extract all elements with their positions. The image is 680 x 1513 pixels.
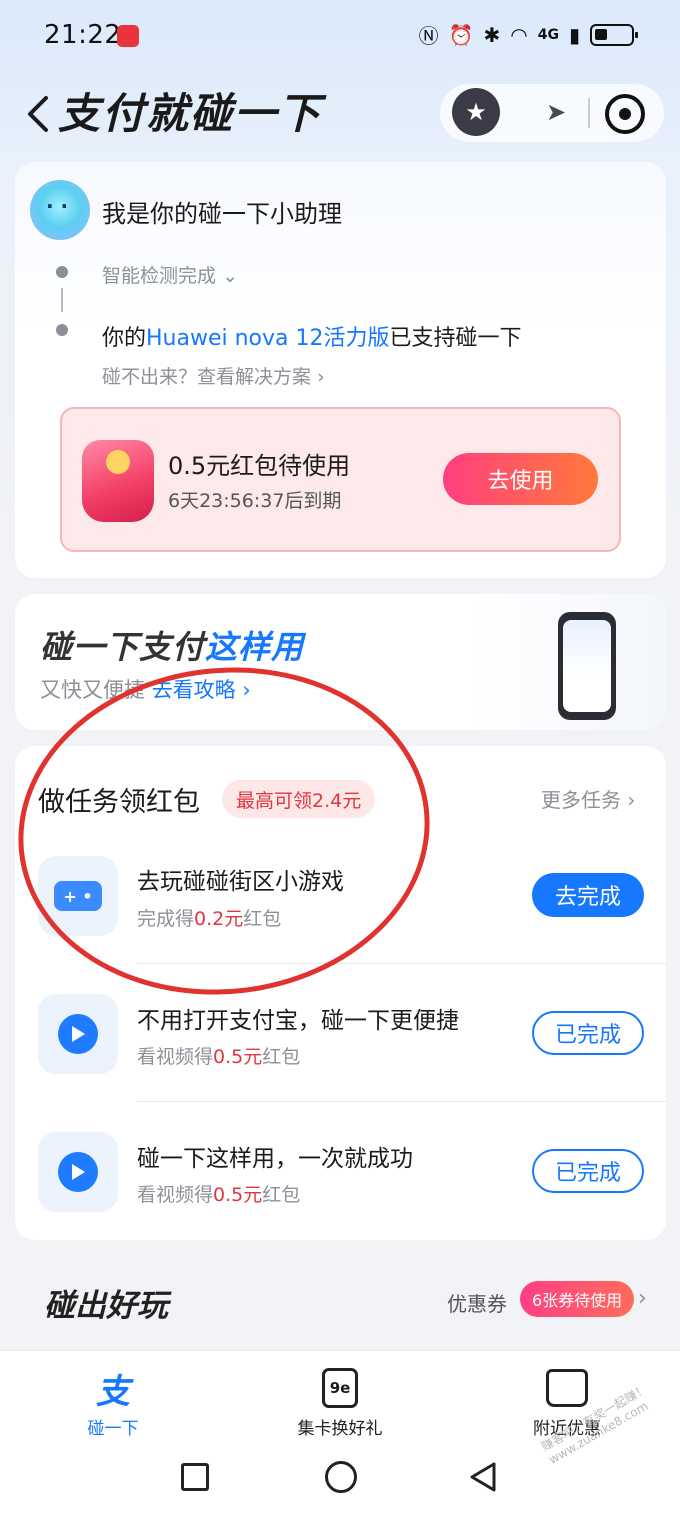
coupon-count-badge[interactable]: 6张券待使用 xyxy=(520,1281,635,1317)
step-line xyxy=(61,288,63,312)
back-triangle-icon[interactable] xyxy=(468,1461,500,1493)
navigation-arrow-icon[interactable]: ➤ xyxy=(536,92,576,132)
assistant-avatar xyxy=(30,180,90,240)
shop-icon xyxy=(546,1366,588,1410)
support-suffix: 已支持碰一下 xyxy=(389,326,522,351)
card-icon: 9e xyxy=(322,1366,358,1410)
alipay-tap-icon: 支 xyxy=(96,1371,130,1412)
pill-divider xyxy=(588,98,590,128)
fun-section-title: 碰出好玩 xyxy=(44,1288,168,1324)
detect-status-label: 智能检测完成 xyxy=(102,265,217,287)
step-dot xyxy=(56,266,68,278)
signal-icon: ▮ xyxy=(568,22,580,47)
battery-icon xyxy=(590,23,638,46)
chevron-right-icon[interactable]: › xyxy=(638,1286,647,1311)
tab-label: 集卡换好礼 xyxy=(297,1419,383,1439)
coupon-label[interactable]: 优惠券 xyxy=(447,1288,507,1317)
recent-apps-icon[interactable] xyxy=(181,1463,209,1491)
target-icon[interactable] xyxy=(605,94,645,134)
row-divider xyxy=(137,1101,666,1102)
chevron-down-icon: ⌄ xyxy=(222,265,238,287)
task-reward-suffix: 红包 xyxy=(262,1046,301,1068)
device-model: Huawei nova 12活力版 xyxy=(146,326,390,351)
tab-peng[interactable]: 支 碰一下 xyxy=(43,1366,183,1446)
detect-status[interactable]: 智能检测完成 ⌄ xyxy=(102,261,238,288)
guide-title-main: 碰一下支付 xyxy=(40,628,206,666)
red-packet-icon xyxy=(82,440,154,522)
back-arrow-icon[interactable] xyxy=(22,92,52,136)
guide-title-highlight: 这样用 xyxy=(205,628,305,666)
task-reward-text: 看视频得0.5元红包 xyxy=(137,1180,300,1207)
more-tasks-link[interactable]: 更多任务 › xyxy=(541,784,635,813)
bluetooth-icon: ✱ xyxy=(483,22,501,47)
device-support-text: 你的Huawei nova 12活力版已支持碰一下 xyxy=(102,320,522,352)
alarm-icon: ⏰ xyxy=(448,22,474,47)
red-packet-expire: 6天23:56:37后到期 xyxy=(168,490,342,512)
task-reward-prefix: 看视频得 xyxy=(137,1184,214,1206)
nfc-icon: Ⓝ xyxy=(418,24,439,48)
status-time: 21:22 xyxy=(44,20,122,50)
task-title: 碰一下这样用，一次就成功 xyxy=(137,1146,413,1172)
task-reward-amount: 0.5元 xyxy=(213,1046,263,1068)
notification-app-icon xyxy=(117,25,139,47)
more-tasks-label: 更多任务 xyxy=(541,788,621,812)
use-red-packet-button[interactable]: 去使用 xyxy=(443,453,598,505)
play-icon xyxy=(38,1132,118,1212)
home-icon[interactable] xyxy=(325,1461,357,1493)
tab-card-collect[interactable]: 9e 集卡换好礼 xyxy=(270,1366,410,1446)
solution-link-label: 碰不出来？查看解决方案 xyxy=(102,366,312,388)
task-reward-prefix: 看视频得 xyxy=(137,1046,214,1068)
task-reward-suffix: 红包 xyxy=(262,1184,301,1206)
red-packet-title: 0.5元红包待使用 xyxy=(168,452,351,480)
task-completed-button[interactable]: 已完成 xyxy=(532,1011,644,1055)
task-reward-amount: 0.5元 xyxy=(213,1184,263,1206)
chevron-right-icon: › xyxy=(317,366,325,388)
assistant-title: 我是你的碰一下小助理 xyxy=(102,200,342,228)
task-title: 不用打开支付宝，碰一下更便捷 xyxy=(137,1008,459,1034)
task-go-complete-button[interactable]: 去完成 xyxy=(532,873,644,917)
guide-title: 碰一下支付这样用 xyxy=(40,622,304,668)
solution-link[interactable]: 碰不出来？查看解决方案 › xyxy=(102,362,325,389)
play-icon xyxy=(38,994,118,1074)
chevron-right-icon: › xyxy=(627,788,636,812)
star-icon[interactable]: ★ xyxy=(452,88,500,136)
step-dot xyxy=(56,324,68,336)
tab-label: 碰一下 xyxy=(87,1419,139,1439)
page-title: 支付就碰一下 xyxy=(58,89,323,138)
status-icons: Ⓝ ⏰ ✱ ◠ 4G ▮ xyxy=(418,20,638,49)
phone-illustration xyxy=(558,612,616,720)
network-label: 4G xyxy=(537,26,559,43)
task-completed-button[interactable]: 已完成 xyxy=(532,1149,644,1193)
support-prefix: 你的 xyxy=(102,326,147,351)
task-reward-text: 看视频得0.5元红包 xyxy=(137,1042,300,1069)
wifi-icon: ◠ xyxy=(510,22,528,47)
